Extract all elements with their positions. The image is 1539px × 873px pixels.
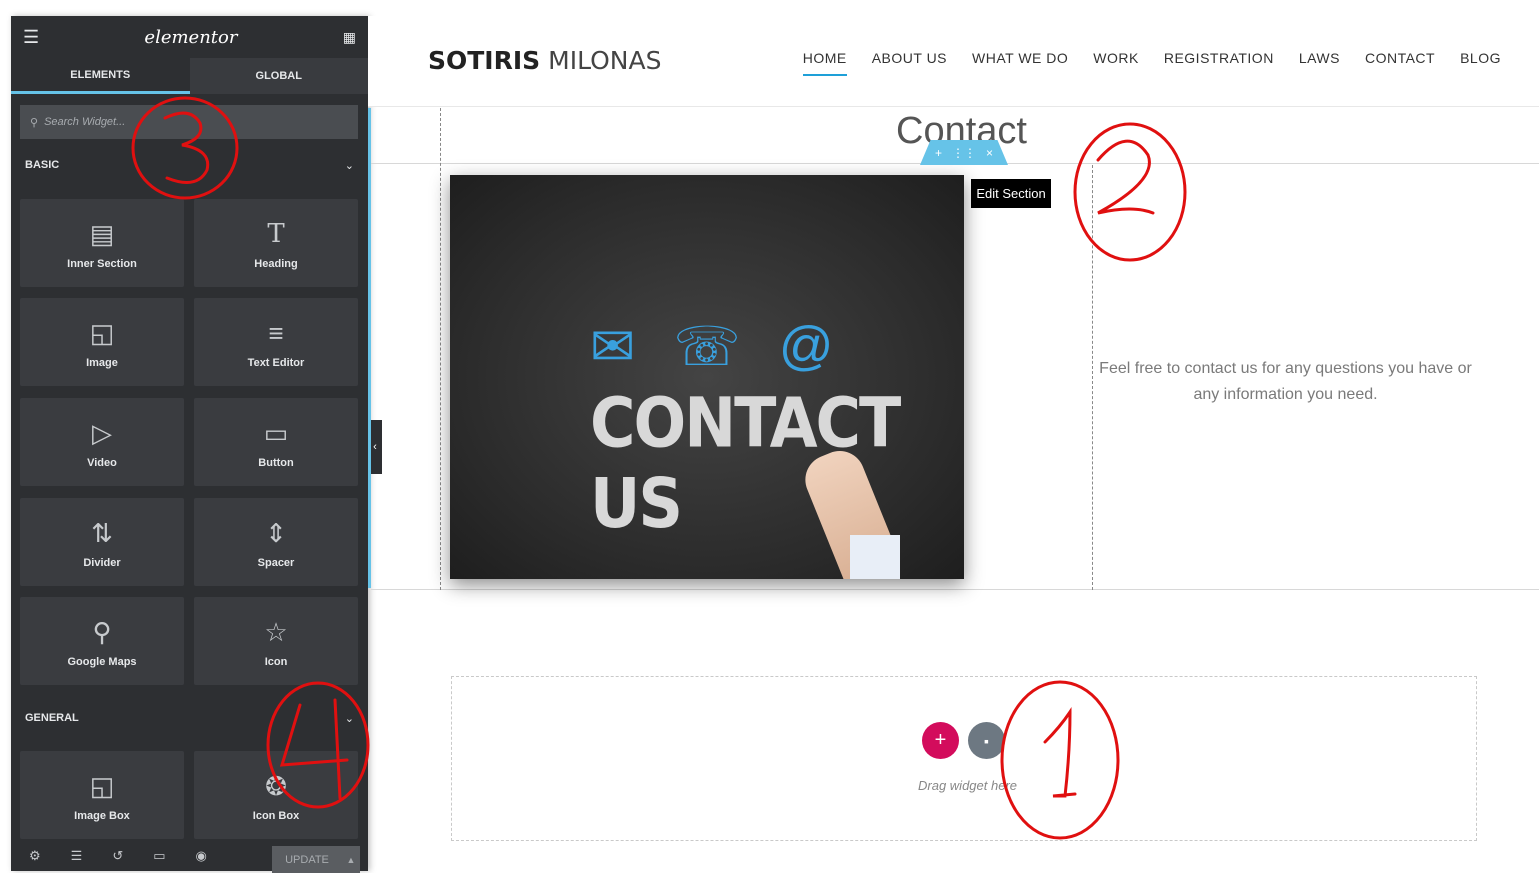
annotation-layer: [131, 96, 1187, 840]
annotation-digit-3: [163, 111, 210, 184]
annotation-digit-2: [1096, 139, 1155, 215]
annotation-digit-1: [1043, 707, 1077, 798]
annotation-circle-4: [266, 681, 370, 809]
annotation-circle-1: [1000, 680, 1120, 840]
annotation-digit-4: [279, 698, 349, 800]
